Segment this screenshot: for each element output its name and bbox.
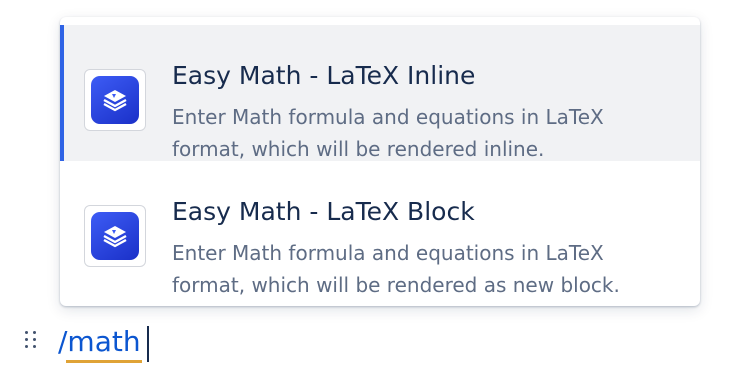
easy-math-app-icon <box>91 212 139 260</box>
app-icon-frame <box>84 205 146 267</box>
command-underline <box>66 360 142 363</box>
layers-icon <box>103 90 127 112</box>
slash-command-input[interactable]: /math <box>58 323 141 361</box>
menu-item-description: Enter Math formula and equations in LaTe… <box>172 105 604 161</box>
menu-item-title: Easy Math - LaTeX Block <box>172 197 475 226</box>
menu-item-latex-inline[interactable]: Easy Math - LaTeX Inline Enter Math form… <box>60 25 700 161</box>
text-caret <box>147 326 149 362</box>
slash-command-menu: Easy Math - LaTeX Inline Enter Math form… <box>60 17 700 306</box>
easy-math-app-icon <box>91 76 139 124</box>
editor-canvas: Easy Math - LaTeX Inline Enter Math form… <box>0 0 752 380</box>
app-icon-frame <box>84 69 146 131</box>
drag-handle-icon[interactable] <box>22 329 40 351</box>
menu-item-latex-block[interactable]: Easy Math - LaTeX Block Enter Math formu… <box>60 161 700 297</box>
menu-item-description: Enter Math formula and equations in LaTe… <box>172 241 620 297</box>
layers-icon <box>103 226 127 248</box>
menu-item-title: Easy Math - LaTeX Inline <box>172 61 476 90</box>
